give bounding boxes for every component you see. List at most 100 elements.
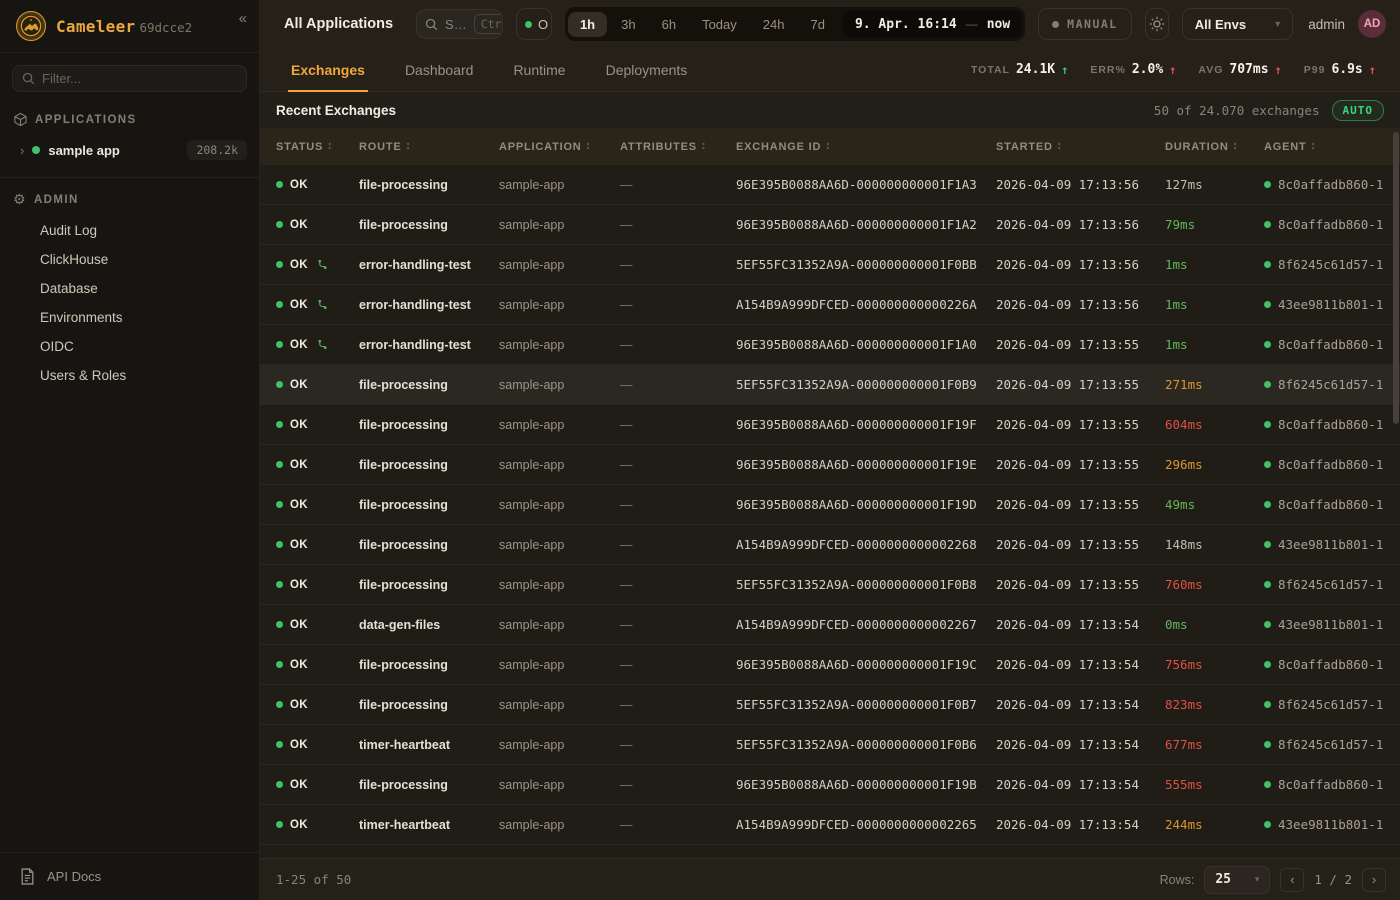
- agent-id: 8f6245c61d57-1: [1278, 377, 1383, 392]
- attributes-cell: —: [620, 578, 736, 592]
- range-button-24h[interactable]: 24h: [751, 12, 797, 37]
- collapse-sidebar-icon[interactable]: «: [239, 10, 247, 27]
- api-docs-link[interactable]: API Docs: [0, 852, 259, 900]
- sidebar-item-environments[interactable]: Environments: [0, 303, 259, 332]
- status-dot: [276, 781, 283, 788]
- theme-toggle-button[interactable]: [1145, 8, 1169, 40]
- column-header-attributes[interactable]: ATTRIBUTES∶: [620, 140, 736, 153]
- application-cell: sample-app: [499, 378, 620, 392]
- column-header-status[interactable]: STATUS∶: [276, 140, 359, 153]
- started-cell: 2026-04-09 17:13:56: [996, 177, 1165, 192]
- date-range-display[interactable]: 9. Apr. 16:14 — now: [843, 10, 1022, 38]
- fork-icon: [317, 259, 328, 270]
- range-button-1h[interactable]: 1h: [568, 12, 607, 37]
- global-search[interactable]: S… Ctrl+K: [416, 9, 503, 39]
- agent-cell: 8c0affadb860-1: [1264, 217, 1384, 232]
- prev-page-button[interactable]: ‹: [1280, 868, 1304, 892]
- column-header-duration[interactable]: DURATION∶: [1165, 140, 1264, 153]
- status-cell: OK: [276, 459, 359, 471]
- table-row[interactable]: OKerror-handling-testsample-app—A154B9A9…: [260, 285, 1400, 325]
- table-row[interactable]: OKtimer-heartbeatsample-app—A154B9A999DF…: [260, 805, 1400, 845]
- status-cell: OK: [276, 699, 359, 711]
- column-header-route[interactable]: ROUTE∶: [359, 140, 499, 153]
- stat-err: ERR%2.0%↑: [1090, 62, 1176, 77]
- exchange-id-cell: A154B9A999DFCED-0000000000002268: [736, 537, 996, 552]
- application-cell: sample-app: [499, 418, 620, 432]
- table-row[interactable]: OKerror-handling-testsample-app—5EF55FC3…: [260, 245, 1400, 285]
- table-row[interactable]: OKfile-processingsample-app—96E395B0088A…: [260, 765, 1400, 805]
- agent-id: 8c0affadb860-1: [1278, 337, 1383, 352]
- table-row[interactable]: OKfile-processingsample-app—5EF55FC31352…: [260, 685, 1400, 725]
- env-select[interactable]: All Envs ▾: [1182, 8, 1293, 40]
- column-header-application[interactable]: APPLICATION∶: [499, 140, 620, 153]
- sidebar-item-audit-log[interactable]: Audit Log: [0, 216, 259, 245]
- tab-dashboard[interactable]: Dashboard: [402, 48, 477, 91]
- chevron-right-icon[interactable]: ›: [20, 143, 24, 158]
- range-button-7d[interactable]: 7d: [798, 12, 836, 37]
- started-cell: 2026-04-09 17:13:54: [996, 617, 1165, 632]
- table-row[interactable]: OKdata-gen-filessample-app—A154B9A999DFC…: [260, 605, 1400, 645]
- status-label: OK: [290, 299, 308, 311]
- auto-refresh-badge[interactable]: AUTO: [1332, 100, 1385, 121]
- manual-mode-button[interactable]: MANUAL: [1038, 8, 1132, 40]
- table-row[interactable]: OKfile-processingsample-app—A154B9A999DF…: [260, 525, 1400, 565]
- sidebar-item-oidc[interactable]: OIDC: [0, 332, 259, 361]
- duration-cell: 296ms: [1165, 457, 1264, 472]
- tab-exchanges[interactable]: Exchanges: [288, 48, 368, 91]
- sidebar-item-sample-app[interactable]: › sample app 208.2k: [0, 133, 259, 167]
- agent-cell: 8c0affadb860-1: [1264, 657, 1384, 672]
- table-row[interactable]: OKfile-processingsample-app—96E395B0088A…: [260, 205, 1400, 245]
- column-header-agent[interactable]: AGENT∶: [1264, 140, 1384, 153]
- status-cell: OK: [276, 179, 359, 191]
- exchange-id-cell: A154B9A999DFCED-0000000000002267: [736, 617, 996, 632]
- avatar[interactable]: AD: [1358, 10, 1386, 38]
- stat-avg: AVG707ms↑: [1198, 62, 1281, 77]
- table-row[interactable]: OKfile-processingsample-app—96E395B0088A…: [260, 645, 1400, 685]
- agent-id: 8c0affadb860-1: [1278, 417, 1383, 432]
- status-cell: OK: [276, 579, 359, 591]
- table-row[interactable]: OKfile-processingsample-app—5EF55FC31352…: [260, 565, 1400, 605]
- status-cell: OK: [276, 499, 359, 511]
- application-cell: sample-app: [499, 818, 620, 832]
- status-label: OK: [290, 739, 308, 751]
- sidebar-item-database[interactable]: Database: [0, 274, 259, 303]
- admin-nav: Audit LogClickHouseDatabaseEnvironmentsO…: [0, 214, 259, 398]
- application-cell: sample-app: [499, 458, 620, 472]
- status-dot: [276, 741, 283, 748]
- sidebar-filter[interactable]: [12, 65, 247, 92]
- tabs-row: ExchangesDashboardRuntimeDeployments TOT…: [260, 48, 1400, 92]
- range-button-6h[interactable]: 6h: [650, 12, 688, 37]
- sidebar-item-users-roles[interactable]: Users & Roles: [0, 361, 259, 390]
- rows-per-page-select[interactable]: 25 ▾: [1204, 866, 1270, 894]
- range-button-3h[interactable]: 3h: [609, 12, 647, 37]
- table-header: STATUS∶ROUTE∶APPLICATION∶ATTRIBUTES∶EXCH…: [260, 128, 1400, 165]
- attributes-cell: —: [620, 778, 736, 792]
- table-row[interactable]: OKfile-processingsample-app—96E395B0088A…: [260, 485, 1400, 525]
- app-status-dot: [32, 146, 40, 154]
- exchange-id-cell: 96E395B0088AA6D-000000000001F19E: [736, 457, 996, 472]
- table-row[interactable]: OKfile-processingsample-app—96E395B0088A…: [260, 165, 1400, 205]
- tab-deployments[interactable]: Deployments: [603, 48, 691, 91]
- table-row[interactable]: OKfile-processingsample-app—96E395B0088A…: [260, 445, 1400, 485]
- table-row[interactable]: OKerror-handling-testsample-app—96E395B0…: [260, 325, 1400, 365]
- filter-input[interactable]: [42, 71, 237, 86]
- sort-icon: ∶: [826, 140, 830, 153]
- sidebar-item-clickhouse[interactable]: ClickHouse: [0, 245, 259, 274]
- table-row[interactable]: OKtimer-heartbeatsample-app—5EF55FC31352…: [260, 725, 1400, 765]
- agent-cell: 8c0affadb860-1: [1264, 337, 1384, 352]
- column-header-started[interactable]: STARTED∶: [996, 140, 1165, 153]
- application-cell: sample-app: [499, 738, 620, 752]
- range-button-today[interactable]: Today: [690, 12, 749, 37]
- column-header-exchange-id[interactable]: EXCHANGE ID∶: [736, 140, 996, 153]
- live-status-button[interactable]: O: [516, 8, 552, 40]
- next-page-button[interactable]: ›: [1362, 868, 1386, 892]
- status-cell: OK: [276, 219, 359, 231]
- table-row[interactable]: OKfile-processingsample-app—96E395B0088A…: [260, 405, 1400, 445]
- agent-cell: 43ee9811b801-1: [1264, 617, 1384, 632]
- tab-runtime[interactable]: Runtime: [510, 48, 568, 91]
- api-docs-label: API Docs: [47, 869, 101, 884]
- topbar: All Applications S… Ctrl+K O 1h3h6hToday…: [260, 0, 1400, 48]
- vertical-scrollbar[interactable]: [1393, 132, 1399, 424]
- table-row[interactable]: OKfile-processingsample-app—5EF55FC31352…: [260, 365, 1400, 405]
- status-cell: OK: [276, 739, 359, 751]
